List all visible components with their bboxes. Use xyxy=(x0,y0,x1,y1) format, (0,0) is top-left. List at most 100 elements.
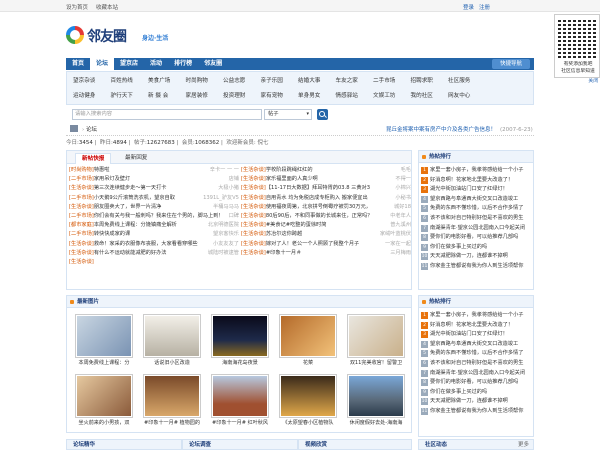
section-forum-featured[interactable]: 论坛精华 xyxy=(66,439,182,450)
news-item[interactable]: [生活杂谈]#美食记#吃整的蛋徐时简 普九溪州 xyxy=(241,221,413,231)
news-item[interactable]: [二手市场]家用吊灯及壁灯 店铺 xyxy=(69,175,241,185)
picture-caption[interactable]: #印象十一月# 植物园的 xyxy=(143,419,201,428)
section-forum-survey[interactable]: 论坛调查 xyxy=(182,439,298,450)
picture-thumbnail[interactable] xyxy=(75,314,133,358)
picture-card[interactable]: 《太原望春小区植物队 xyxy=(279,374,337,428)
notice-link[interactable]: 昆丘金将案中案有房产中介及各类广告信息！ (2007-6-23) xyxy=(386,125,533,136)
news-author[interactable]: 中老年人 xyxy=(388,211,411,222)
subnav-item[interactable]: 我的社区 xyxy=(411,90,449,102)
subnav-item[interactable]: 运动健身 xyxy=(73,90,111,102)
hot-item[interactable]: 10 天天减肥除做一刀，连都谁不掉啊 xyxy=(421,397,533,407)
news-author[interactable]: 大极小猪 xyxy=(216,184,239,194)
news-item[interactable]: [生活杂谈]80后90后，不和同事做的长城来住，正常吗？ 中老年人 xyxy=(241,211,413,222)
news-item[interactable]: [生活杂谈]朋友圈卖大了，世界一片清净 半桶马马马 xyxy=(69,202,241,212)
hot-item[interactable]: 6 该不该和对自己特别好但是不喜欢的男生 xyxy=(421,359,533,369)
picture-thumbnail[interactable] xyxy=(211,374,269,418)
news-title[interactable]: 使用福夜周第，北京拼号倒霉疗被罚30万元， xyxy=(266,204,371,210)
hot-item[interactable]: 7 南湖渠青年·望京公园北园南入口今起关闭 xyxy=(421,224,533,234)
news-author[interactable]: 毛毛 xyxy=(398,166,411,176)
picture-caption[interactable]: 花菜 xyxy=(279,359,337,368)
news-category[interactable]: [生活杂谈] xyxy=(241,204,266,210)
news-author[interactable]: 小秘书 xyxy=(393,193,411,203)
news-item[interactable]: [生活杂谈]第三次连续健步走～第一天打卡 大极小猪 xyxy=(69,184,241,194)
picture-thumbnail[interactable] xyxy=(347,374,405,418)
hot-item-title[interactable]: 要你们的电影好看，可以给推荐几部吗 xyxy=(430,234,518,240)
picture-caption[interactable]: 本周免费线上课程：分 xyxy=(75,359,133,368)
tab-latest-replies[interactable]: 最新回复 xyxy=(119,153,153,164)
news-category[interactable]: [二手市场] xyxy=(69,213,94,219)
news-category[interactable]: [生活杂谈] xyxy=(69,259,94,265)
news-author[interactable]: 北京明德医院 xyxy=(205,221,239,231)
news-category[interactable]: [时尚购物] xyxy=(69,167,94,173)
news-item[interactable]: [二手市场]转快快成家的课 望京客快乐 xyxy=(69,230,241,240)
news-title[interactable]: 你们会有关与我一般刺吗？我来住在个男的，脚马上到！ xyxy=(94,213,224,219)
news-category[interactable]: [生活杂谈] xyxy=(241,231,266,237)
subnav-item[interactable]: 新 摄 会 xyxy=(148,90,186,102)
news-title[interactable]: 朋友圈卖大了，世界一片清净 xyxy=(94,204,161,210)
news-title[interactable]: 家乐福里面的人真少啊 xyxy=(266,176,318,182)
news-author[interactable]: 小友友友了 xyxy=(211,239,239,249)
news-item[interactable]: [生活杂谈]苏冶尔这你跨越 家绒叶蓝桃伏 xyxy=(241,230,413,240)
hot-item[interactable]: 2 好消息啊！花家地北里要大改造了！ xyxy=(421,176,533,186)
news-title[interactable]: #印象十一月＃ xyxy=(266,250,301,256)
news-category[interactable]: [生活杂谈] xyxy=(241,167,266,173)
hot-item-title[interactable]: 家里一套小房子，我孝将感给给一个小子 xyxy=(430,167,523,173)
news-author[interactable]: 一家在一起 xyxy=(383,239,411,249)
picture-thumbnail[interactable] xyxy=(143,314,201,358)
news-author[interactable]: 城陆时被逮管 xyxy=(205,248,239,258)
qr-close-link[interactable]: 关闭 xyxy=(588,77,598,84)
subnav-item[interactable]: 车友之家 xyxy=(336,75,374,87)
hot-item-title[interactable]: 南湖渠青年·望京公园北园南入口今起关闭 xyxy=(430,370,525,376)
nav-item-circle[interactable]: 邻友圈 xyxy=(198,58,228,70)
home-icon[interactable] xyxy=(70,125,78,132)
hot-item[interactable]: 3 湖光中街加油站门口安了红绿灯！ xyxy=(421,330,533,340)
picture-card[interactable]: 话说旧小区改造 xyxy=(143,314,201,368)
news-author[interactable]: 小棉兴 xyxy=(393,184,411,194)
news-category[interactable]: [都市家庭] xyxy=(69,222,94,228)
picture-card[interactable]: 花菜 xyxy=(279,314,337,368)
picture-card[interactable]: 休闲度假好去处-海南海 xyxy=(347,374,405,428)
hot-item[interactable]: 1 家里一套小房子，我孝将感给给一个小子 xyxy=(421,166,533,176)
subnav-item[interactable]: 二手市场 xyxy=(373,75,411,87)
news-author[interactable]: 口碑 xyxy=(226,211,239,222)
news-item[interactable]: [生活杂谈]#印象十一月＃ 三月梅雨 xyxy=(241,248,413,258)
subnav-item[interactable]: 家居装修 xyxy=(186,90,224,102)
news-title[interactable]: 转快快成家的课 xyxy=(94,231,130,237)
picture-card[interactable]: 双11完美收官！留警卫 xyxy=(347,314,405,368)
bookmark-link[interactable]: 收藏本站 xyxy=(96,5,118,11)
hot-item-title[interactable]: 你们在做多事上买过的吗 xyxy=(430,244,487,250)
register-link[interactable]: 注册 xyxy=(479,5,490,11)
hot-item-title[interactable]: 湖光中街加油站门口安了红绿灯！ xyxy=(430,331,508,337)
subnav-item[interactable]: 家有宠物 xyxy=(261,90,299,102)
news-title[interactable]: 第三次连续健步走～第一天打卡 xyxy=(94,185,167,191)
picture-thumbnail[interactable] xyxy=(211,314,269,358)
breadcrumb-forum[interactable]: 论坛 xyxy=(86,127,97,133)
news-title[interactable]: 小天鹅9公斤滚筒洗衣机，望京自取 xyxy=(94,195,175,201)
picture-caption[interactable]: 《太原望春小区植物队 xyxy=(279,419,337,428)
hot-item-title[interactable]: 湖光中街加油站门口安了红绿灯！ xyxy=(430,186,508,192)
search-input[interactable]: 请输入搜索内容 xyxy=(72,109,262,120)
picture-thumbnail[interactable] xyxy=(279,314,337,358)
picture-thumbnail[interactable] xyxy=(143,374,201,418)
picture-card[interactable]: 本周免费线上课程：分 xyxy=(75,314,133,368)
news-item[interactable]: [生活杂谈]救命！家采的衣服像布丧服，大家看看穿哪些 小友友友了 xyxy=(69,239,241,249)
picture-caption[interactable]: 坐火前来的小男孩，双 xyxy=(75,419,133,428)
picture-card[interactable]: 坐火前来的小男孩，双 xyxy=(75,374,133,428)
news-author[interactable]: 店铺 xyxy=(226,175,239,185)
news-item[interactable]: [生活杂谈]嫁对了人！老公一个人照顾了我整个月子 一家在一起 xyxy=(241,239,413,249)
news-author[interactable]: 望京客快乐 xyxy=(211,230,239,240)
news-item[interactable]: [生活杂谈]有什么不运动就能减肥的好办法 城陆时被逮管 xyxy=(69,248,241,258)
welcome-new-member[interactable]: 欢迎新会员: 倪七 xyxy=(226,140,268,146)
news-title[interactable]: 本周免费线上课程：分娩镇痛全解析 xyxy=(94,222,177,228)
subnav-item[interactable]: 投资理财 xyxy=(223,90,261,102)
subnav-item[interactable]: 情感驿站 xyxy=(336,90,374,102)
hot-item-title[interactable]: 你家金主管都说有我为你人到生活项帮你 xyxy=(430,408,523,414)
hot-item-title[interactable]: 好消息啊！花家地北里要大改造了！ xyxy=(430,322,513,328)
hot-item[interactable]: 9 你们在做多事上买过的吗 xyxy=(421,388,533,398)
news-item[interactable]: [生活杂谈]家乐福里面的人真少啊 不得一 xyxy=(241,175,413,185)
news-item[interactable]: [生活杂谈]学校阶段跳绳红红的 毛毛 xyxy=(241,166,413,176)
hot-item-title[interactable]: 免费的东西不懂珍惜，以后不合作多情了 xyxy=(430,205,523,211)
hot-item[interactable]: 8 要你们的电影好看，可以给推荐几部吗 xyxy=(421,378,533,388)
section-community-news[interactable]: 社区动态 更多 xyxy=(418,439,534,450)
news-category[interactable]: [生活杂谈] xyxy=(241,185,266,191)
